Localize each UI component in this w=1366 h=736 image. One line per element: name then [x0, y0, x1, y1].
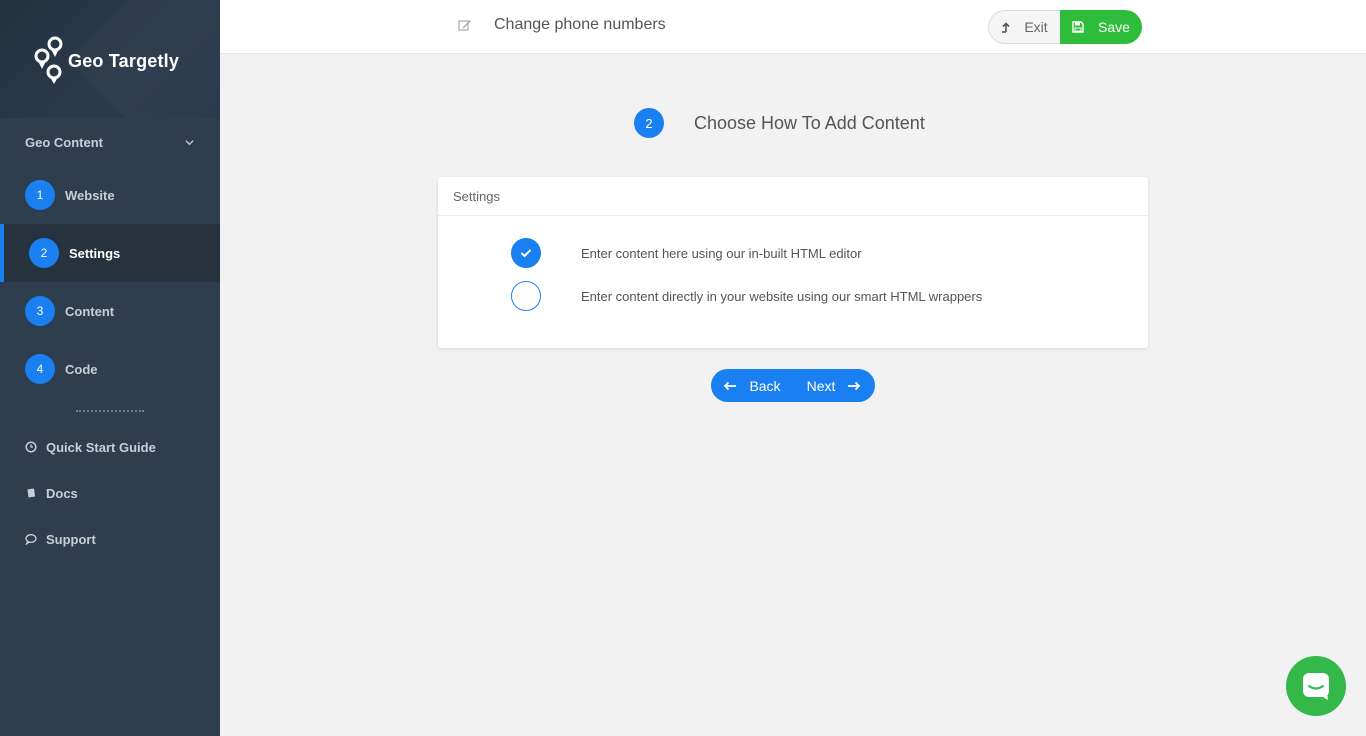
logo-pins-icon	[34, 36, 63, 84]
comment-icon	[25, 534, 37, 545]
step-label: Content	[65, 303, 115, 319]
sidebar-step-settings[interactable]: 2 Settings	[0, 224, 220, 282]
section-title: Geo Content	[25, 134, 103, 150]
step-number: 3	[25, 296, 55, 326]
brand-logo[interactable]: Geo Targetly	[0, 0, 220, 118]
radio-unchecked[interactable]	[511, 281, 541, 311]
step-label: Website	[65, 187, 115, 203]
next-label: Next	[806, 377, 836, 394]
chat-widget-button[interactable]	[1286, 656, 1346, 716]
settings-card: Settings Enter content here using our in…	[438, 177, 1148, 348]
card-title: Settings	[438, 177, 1148, 216]
exit-button[interactable]: Exit	[988, 10, 1060, 44]
book-icon	[26, 488, 35, 498]
save-button[interactable]: Save	[1060, 10, 1142, 44]
step-label: Code	[65, 361, 98, 377]
back-button[interactable]: Back	[711, 369, 793, 402]
top-bar: Change phone numbers Exit Save	[220, 0, 1366, 54]
option-html-editor[interactable]: Enter content here using our in-built HT…	[511, 238, 862, 268]
sidebar-step-code[interactable]: 4 Code	[0, 340, 220, 398]
link-label: Quick Start Guide	[46, 439, 156, 455]
arrow-left-icon	[724, 381, 737, 390]
sidebar-link-docs[interactable]: Docs	[0, 470, 220, 516]
step-label: Settings	[69, 245, 121, 261]
section-geo-content[interactable]: Geo Content	[0, 118, 220, 166]
sidebar: Geo Targetly Geo Content 1 Website 2 Set…	[0, 0, 220, 736]
sidebar-link-support[interactable]: Support	[0, 516, 220, 562]
chat-bubble-icon	[1303, 673, 1329, 700]
exit-arrow-icon	[1002, 21, 1010, 33]
step-heading: 2 Choose How To Add Content	[634, 108, 925, 138]
page-title-text: Change phone numbers	[494, 16, 666, 33]
step-number: 2	[29, 238, 59, 268]
brand-name: Geo Targetly	[68, 50, 180, 71]
back-label: Back	[749, 377, 781, 394]
sidebar-link-quick-start[interactable]: Quick Start Guide	[0, 424, 220, 470]
divider	[76, 410, 144, 412]
header-actions: Exit Save	[988, 10, 1142, 44]
clock-icon	[25, 441, 37, 453]
sidebar-step-content[interactable]: 3 Content	[0, 282, 220, 340]
floppy-disk-icon	[1072, 21, 1084, 33]
arrow-right-icon	[848, 381, 861, 390]
edit-icon	[458, 20, 471, 31]
wizard-nav: Back Next	[711, 369, 875, 402]
radio-checked[interactable]	[511, 238, 541, 268]
check-icon	[520, 249, 532, 258]
sidebar-step-website[interactable]: 1 Website	[0, 166, 220, 224]
chevron-down-icon	[185, 139, 194, 145]
option-label: Enter content here using our in-built HT…	[581, 245, 862, 261]
save-label: Save	[1098, 19, 1130, 35]
step-heading-text: Choose How To Add Content	[694, 112, 925, 133]
link-label: Docs	[46, 485, 78, 501]
option-html-wrappers[interactable]: Enter content directly in your website u…	[511, 281, 982, 311]
next-button[interactable]: Next	[793, 369, 875, 402]
link-label: Support	[46, 531, 96, 547]
option-label: Enter content directly in your website u…	[581, 288, 983, 304]
step-number: 1	[25, 180, 55, 210]
step-heading-number: 2	[634, 108, 664, 138]
exit-label: Exit	[1024, 19, 1048, 35]
step-number: 4	[25, 354, 55, 384]
page-title[interactable]: Change phone numbers	[458, 16, 666, 34]
